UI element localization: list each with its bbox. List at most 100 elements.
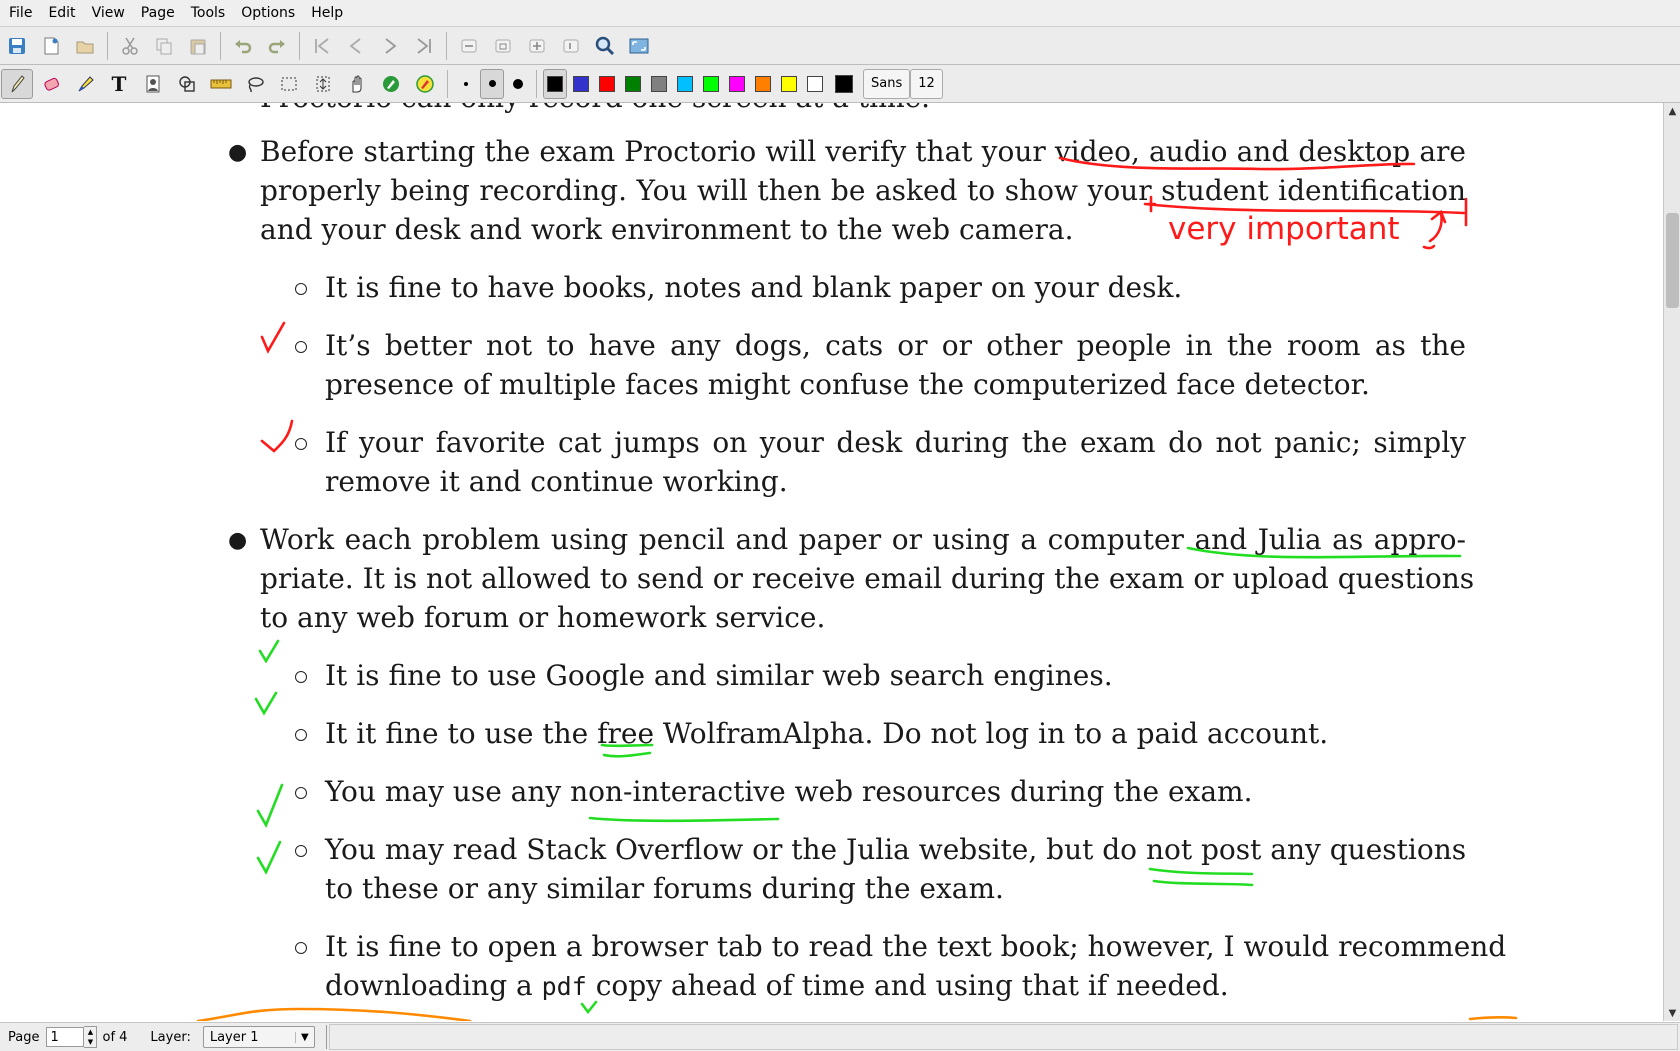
color-swatch [651, 75, 667, 92]
fullscreen-button[interactable] [623, 31, 655, 61]
highlighter-icon [78, 75, 94, 91]
font-name: Sans [871, 76, 903, 91]
next-page-button[interactable] [374, 31, 406, 61]
page-number-input[interactable]: 1 [46, 1027, 85, 1047]
thickness-medium-button[interactable] [480, 68, 504, 99]
open-button[interactable] [69, 31, 101, 61]
first-page-button[interactable] [306, 31, 338, 61]
thickness-fine-button[interactable] [454, 69, 478, 99]
highlighter-tool-button[interactable] [69, 69, 101, 99]
zoom-fit-icon [495, 39, 511, 52]
handwritten-note: very important [1168, 211, 1400, 247]
separator [536, 69, 537, 98]
menu-page[interactable]: Page [132, 5, 182, 21]
save-button[interactable] [1, 31, 33, 61]
color-magenta-button[interactable] [725, 69, 749, 99]
color-lightgreen-button[interactable] [699, 69, 723, 99]
zoom-fit-button[interactable] [487, 31, 519, 61]
menu-options[interactable]: Options [232, 5, 302, 21]
scroll-down-icon[interactable]: ▼ [1664, 1005, 1680, 1021]
menu-view[interactable]: View [83, 5, 132, 21]
new-page-icon [44, 37, 59, 54]
color-red-button[interactable] [595, 69, 619, 99]
red-ink [260, 156, 1468, 453]
ruler-icon [210, 79, 232, 88]
vertical-scrollbar[interactable]: ▲ ▼ [1663, 103, 1680, 1021]
cut-button[interactable] [114, 31, 146, 61]
color-swatch [835, 74, 853, 93]
color-green-button[interactable] [621, 69, 645, 99]
default-highlighter-button[interactable] [409, 69, 441, 99]
color-gray-button[interactable] [647, 69, 671, 99]
undo-button[interactable] [227, 31, 259, 61]
last-page-button[interactable] [408, 31, 440, 61]
default-pen-button[interactable] [375, 69, 407, 99]
color-swatch [755, 75, 771, 92]
scroll-up-icon[interactable]: ▲ [1664, 103, 1680, 119]
new-page-button[interactable] [35, 31, 67, 61]
image-tool-button[interactable] [137, 69, 169, 99]
color-orange-button[interactable] [751, 69, 775, 99]
color-swatch [599, 75, 615, 92]
zoom-out-button[interactable] [453, 31, 485, 61]
font-size-button[interactable]: 12 [910, 68, 943, 99]
page-spinner[interactable]: ▲ ▼ [84, 1026, 98, 1048]
document-canvas[interactable]: Proctorio can only record one screen at … [0, 103, 1662, 1021]
menu-tools[interactable]: Tools [182, 5, 233, 21]
zoom-in-icon [529, 39, 545, 52]
vertical-space-icon [316, 76, 330, 91]
layer-select[interactable]: Layer 1 ▼ [202, 1026, 315, 1048]
zoom-reset-icon [563, 39, 579, 52]
separator [325, 1025, 327, 1049]
orange-ink [196, 1007, 1518, 1021]
color-yellow-button[interactable] [777, 69, 801, 99]
menu-edit[interactable]: Edit [39, 5, 82, 21]
color-custom-button[interactable] [829, 69, 859, 99]
thickness-thick-icon [513, 78, 523, 89]
thickness-thick-button[interactable] [506, 69, 530, 99]
pen-tool-button[interactable] [1, 68, 33, 99]
color-white-button[interactable] [803, 69, 827, 99]
redo-button[interactable] [261, 31, 293, 61]
color-swatch [729, 75, 745, 92]
zoom-in-button[interactable] [521, 31, 553, 61]
hand-tool-button[interactable] [341, 69, 373, 99]
shape-recognizer-button[interactable] [171, 69, 203, 99]
font-size: 12 [918, 76, 935, 91]
zoom-search-button[interactable] [589, 31, 621, 61]
ruler-tool-button[interactable] [205, 69, 237, 99]
previous-page-button[interactable] [340, 31, 372, 61]
color-blue-button[interactable] [569, 69, 593, 99]
eraser-tool-button[interactable] [35, 69, 67, 99]
color-swatch [807, 75, 823, 92]
menu-bar: File Edit View Page Tools Options Help [0, 0, 1680, 27]
first-page-icon [315, 37, 329, 54]
zoom-reset-button[interactable] [555, 31, 587, 61]
eraser-icon [44, 77, 59, 91]
separator [220, 31, 221, 60]
spin-down-icon[interactable]: ▼ [88, 1038, 93, 1046]
vertical-space-button[interactable] [307, 69, 339, 99]
menu-help[interactable]: Help [302, 5, 350, 21]
zoom-out-icon [461, 39, 477, 52]
scrollbar-thumb[interactable] [1666, 213, 1679, 308]
last-page-icon [417, 37, 431, 54]
lasso-select-icon [248, 76, 264, 92]
undo-icon [235, 39, 252, 53]
text-tool-button[interactable]: T [103, 69, 135, 99]
paste-button[interactable] [182, 31, 214, 61]
font-button[interactable]: Sans [863, 68, 911, 99]
redo-icon [268, 39, 285, 53]
status-bar: Page 1 ▲ ▼ of 4 Layer: Layer 1 ▼ [0, 1022, 1680, 1051]
rect-select-button[interactable] [273, 69, 305, 99]
menu-file[interactable]: File [0, 5, 39, 21]
open-icon [76, 41, 94, 53]
copy-button[interactable] [148, 31, 180, 61]
separator [107, 31, 108, 60]
color-black-button[interactable] [543, 68, 567, 99]
spin-up-icon[interactable]: ▲ [88, 1028, 93, 1036]
lasso-select-button[interactable] [239, 69, 271, 99]
color-lightblue-button[interactable] [673, 69, 697, 99]
layer-value: Layer 1 [209, 1029, 259, 1045]
color-swatch [677, 75, 693, 92]
